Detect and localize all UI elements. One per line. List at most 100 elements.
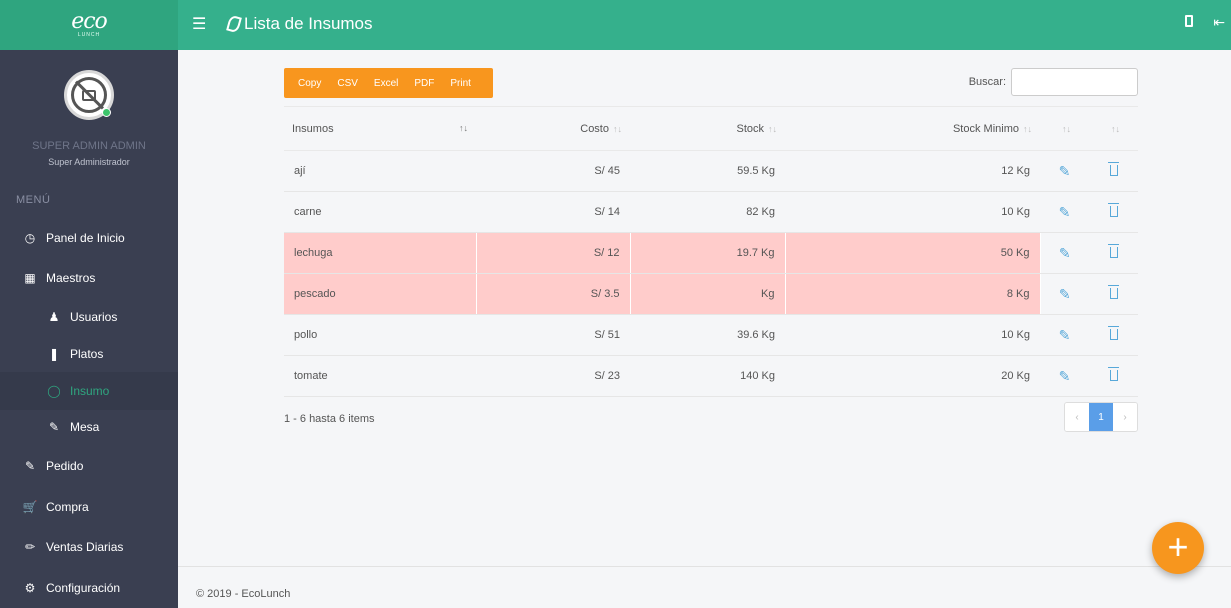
sidebar-item-mesa[interactable]: ✎ Mesa xyxy=(0,408,178,446)
edit-cell: ✎ xyxy=(1040,314,1089,356)
cell-insumo: tomate xyxy=(284,355,476,397)
edit-icon[interactable]: ✎ xyxy=(1059,327,1071,343)
pagination-page-1[interactable]: 1 xyxy=(1089,403,1113,431)
csv-button[interactable]: CSV xyxy=(329,78,366,89)
delete-cell xyxy=(1089,191,1138,233)
user-role: Super Administrador xyxy=(48,157,130,167)
leaf-icon xyxy=(226,14,242,34)
pdf-button[interactable]: PDF xyxy=(406,78,442,89)
cutlery-icon: ❚ xyxy=(48,347,60,361)
edit-icon[interactable]: ✎ xyxy=(1059,368,1071,384)
search-label: Buscar: xyxy=(968,76,1006,88)
cell-costo: S/ 3.5 xyxy=(476,273,631,315)
sidebar-item-insumo[interactable]: ◯ Insumo xyxy=(0,372,178,410)
logout-icon[interactable]: ⇤ xyxy=(1213,15,1225,29)
sort-icon: ↑↓ xyxy=(1062,123,1071,134)
sidebar-item-usuarios[interactable]: ♟ Usuarios xyxy=(0,298,178,336)
no-photo-icon xyxy=(71,77,107,113)
trash-icon[interactable] xyxy=(1107,366,1119,381)
column-header-edit[interactable]: ↑↓ xyxy=(1040,106,1089,151)
delete-cell xyxy=(1089,232,1138,274)
column-header-insumos[interactable]: Insumos ↑↓ xyxy=(284,106,476,151)
copy-button[interactable]: Copy xyxy=(298,78,329,89)
footer-text: © 2019 - EcoLunch xyxy=(196,588,291,600)
sidebar-item-ventas-diarias[interactable]: ✏ Ventas Diarias xyxy=(0,528,178,566)
delete-cell xyxy=(1089,273,1138,315)
sidebar-item-pedido[interactable]: ✎ Pedido xyxy=(0,447,178,485)
sidebar: SUPER ADMIN ADMIN Super Administrador ME… xyxy=(0,50,178,608)
delete-cell xyxy=(1089,355,1138,397)
column-header-stock-minimo[interactable]: Stock Minimo ↑↓ xyxy=(785,106,1040,151)
edit-cell: ✎ xyxy=(1040,232,1089,274)
excel-button[interactable]: Excel xyxy=(366,78,406,89)
dashboard-icon: ◷ xyxy=(24,231,36,245)
page-title-text: Lista de Insumos xyxy=(244,14,373,33)
print-button[interactable]: Print xyxy=(442,78,479,89)
cell-stock-minimo: 12 Kg xyxy=(785,150,1040,192)
edit-icon[interactable]: ✎ xyxy=(1059,204,1071,220)
brand-logo[interactable]: eco LUNCH xyxy=(0,0,178,50)
menu-header: MENÚ xyxy=(16,194,51,206)
table-summary: 1 - 6 hasta 6 items xyxy=(284,413,375,425)
edit-icon[interactable]: ✎ xyxy=(1059,286,1071,302)
avatar[interactable] xyxy=(64,70,114,120)
trash-icon[interactable] xyxy=(1107,202,1119,217)
table-row: lechuga S/ 12 19.7 Kg 50 Kg ✎ xyxy=(284,232,1138,274)
sort-icon: ↑↓ xyxy=(1111,123,1120,134)
sidebar-item-label: Insumo xyxy=(70,384,110,398)
pagination-prev[interactable]: ‹ xyxy=(1065,403,1089,431)
search-input[interactable] xyxy=(1011,68,1138,96)
cell-insumo: ají xyxy=(284,150,476,192)
cell-stock-minimo: 20 Kg xyxy=(785,355,1040,397)
cell-stock: 19.7 Kg xyxy=(630,232,786,274)
grid-icon: ▦ xyxy=(24,271,36,285)
trash-icon[interactable] xyxy=(1107,284,1119,299)
sidebar-item-compra[interactable]: 🛒 Compra xyxy=(0,488,178,526)
pagination-next[interactable]: › xyxy=(1113,403,1137,431)
edit-icon[interactable]: ✎ xyxy=(1059,245,1071,261)
cell-stock-minimo: 10 Kg xyxy=(785,191,1040,233)
sidebar-item-label: Configuración xyxy=(46,581,121,595)
sidebar-item-maestros[interactable]: ▦ Maestros xyxy=(0,259,178,297)
sidebar-item-configuracion[interactable]: ⚙ Configuración xyxy=(0,569,178,607)
cell-costo: S/ 23 xyxy=(476,355,630,397)
cell-costo: S/ 45 xyxy=(476,150,630,192)
cart-icon: 🛒 xyxy=(22,500,38,514)
brand-logo-sub: LUNCH xyxy=(77,32,101,38)
top-right-actions: ⇤ xyxy=(1185,15,1225,29)
edit-icon: ✎ xyxy=(24,459,36,473)
sidebar-item-platos[interactable]: ❚ Platos xyxy=(0,335,178,373)
sidebar-item-label: Compra xyxy=(46,500,89,514)
trash-icon[interactable] xyxy=(1107,243,1119,258)
add-insumo-button[interactable]: + xyxy=(1152,522,1204,574)
sidebar-item-label: Platos xyxy=(70,347,104,361)
cell-stock: 59.5 Kg xyxy=(630,150,785,192)
table-row: tomate S/ 23 140 Kg 20 Kg ✎ xyxy=(284,355,1138,397)
sidebar-item-panel-de-inicio[interactable]: ◷ Panel de Inicio xyxy=(0,219,178,257)
cell-stock-minimo: 50 Kg xyxy=(785,232,1041,274)
sort-asc-icon: ↑↓ xyxy=(459,122,468,133)
sort-icon: ↑↓ xyxy=(613,123,622,134)
table-row: carne S/ 14 82 Kg 10 Kg ✎ xyxy=(284,191,1138,233)
hamburger-menu-icon[interactable]: ☰ xyxy=(192,14,206,34)
cell-stock-minimo: 10 Kg xyxy=(785,314,1040,356)
sort-icon: ↑↓ xyxy=(1023,123,1032,134)
cell-insumo: pollo xyxy=(284,314,476,356)
fullscreen-icon[interactable] xyxy=(1185,15,1194,27)
footer: © 2019 - EcoLunch xyxy=(178,566,1231,608)
sidebar-item-label: Mesa xyxy=(70,420,100,434)
cell-stock: 39.6 Kg xyxy=(630,314,785,356)
edit-icon: ✎ xyxy=(48,420,60,434)
edit-cell: ✎ xyxy=(1040,355,1089,397)
trash-icon[interactable] xyxy=(1107,161,1119,176)
sidebar-item-label: Ventas Diarias xyxy=(46,540,124,554)
trash-icon[interactable] xyxy=(1107,325,1119,340)
cell-stock: 82 Kg xyxy=(630,191,785,233)
insumos-table: Insumos ↑↓ Costo ↑↓ Stock ↑↓ Stock Minimo ↑↓… xyxy=(284,106,1138,397)
edit-cell: ✎ xyxy=(1040,150,1089,192)
column-header-costo[interactable]: Costo ↑↓ xyxy=(476,106,630,151)
column-header-delete[interactable]: ↑↓ xyxy=(1089,106,1138,151)
table-row: pescado S/ 3.5 Kg 8 Kg ✎ xyxy=(284,273,1138,315)
edit-icon[interactable]: ✎ xyxy=(1059,163,1071,179)
column-header-stock[interactable]: Stock ↑↓ xyxy=(630,106,785,151)
